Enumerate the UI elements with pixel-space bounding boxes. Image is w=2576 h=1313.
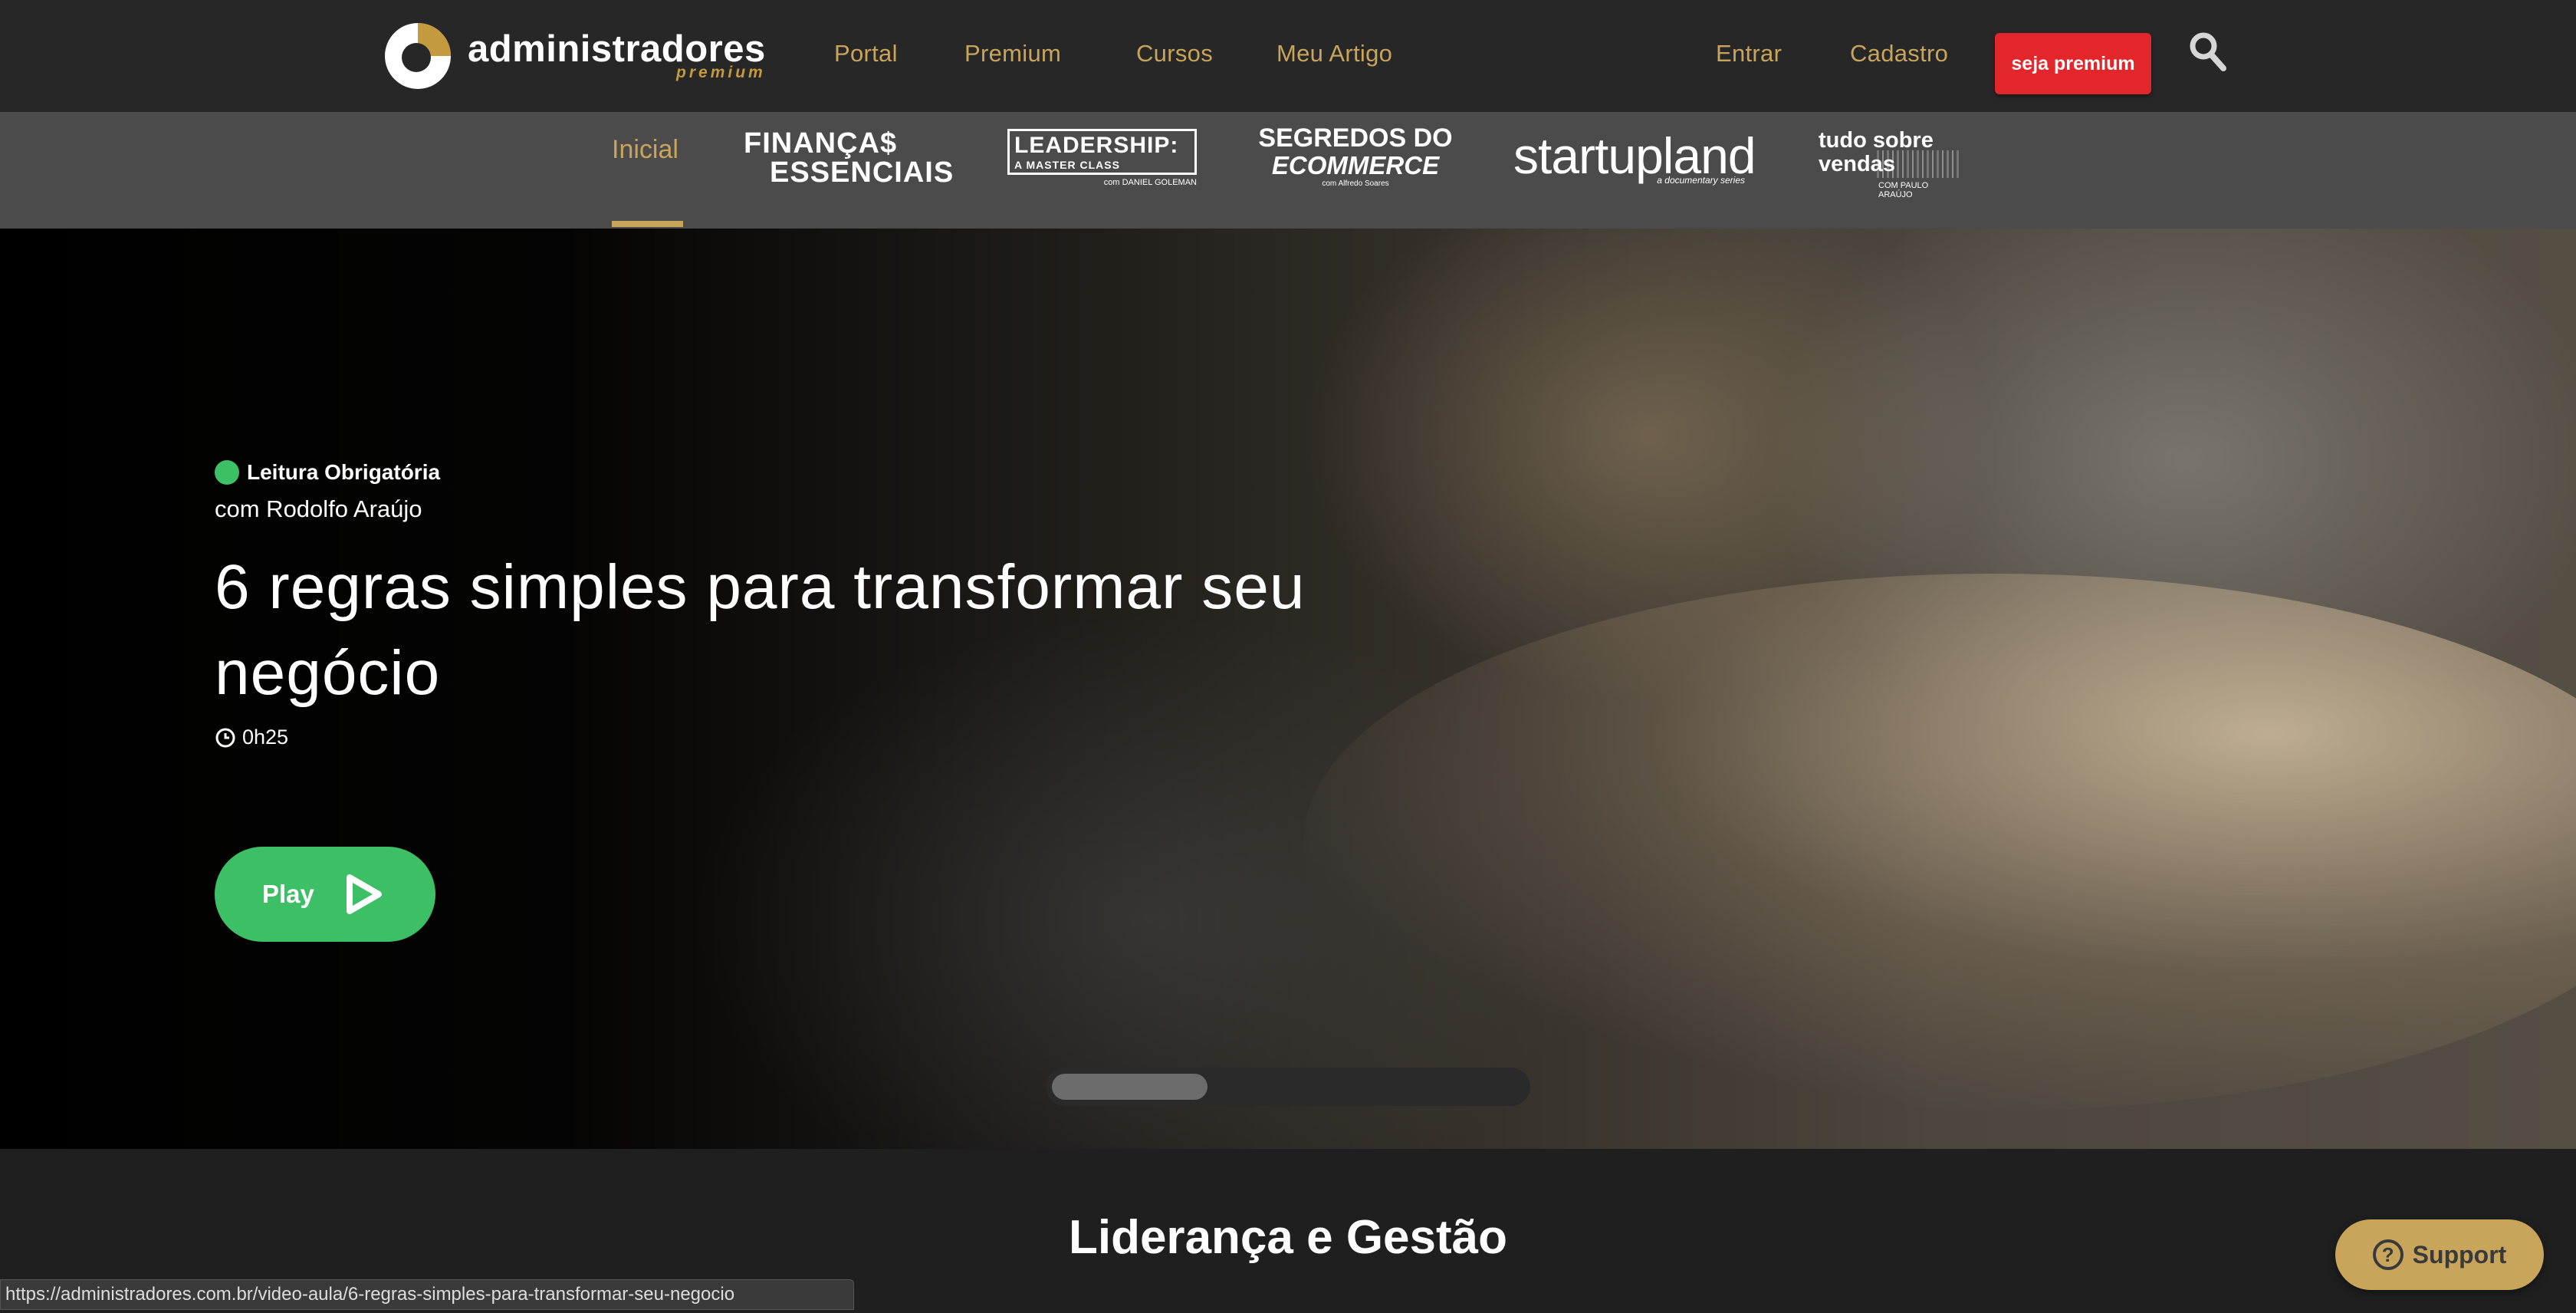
series-ecommerce-line2: ECOMMERCE [1271,151,1440,179]
series-financas-essenciais[interactable]: FINANÇA$ ESSENCIAIS [744,127,955,193]
logo-icon [385,23,451,89]
play-label: Play [262,880,314,908]
series-leadership[interactable]: LEADERSHIP: A MASTER CLASS com DANIEL GO… [1007,129,1197,190]
hero-title: 6 regras simples para transformar seu ne… [215,552,1306,708]
nav-portal[interactable]: Portal [834,40,898,67]
nav-premium[interactable]: Premium [964,40,1061,67]
series-startupland[interactable]: startupland a documentary series [1513,130,1756,192]
series-startupland-name: startupland [1513,127,1756,184]
support-label: Support [2412,1240,2507,1269]
series-vendas-line2: vendas [1819,152,1895,176]
series-vendas-line1: tudo sobre [1819,128,1934,153]
carousel-progress-fill [1052,1074,1208,1100]
series-ecommerce-line1: SEGREDOS DO [1258,123,1453,153]
browser-status-url: https://administradores.com.br/video-aul… [0,1279,854,1310]
clock-icon [215,728,235,747]
nav-cursos[interactable]: Cursos [1136,40,1213,67]
green-dot-icon [215,460,239,485]
support-button[interactable]: ? Support [2335,1219,2544,1290]
top-navbar: administradores premium Portal Premium C… [0,0,2576,112]
series-vendas-by: COM PAULO ARAÚJO [1878,181,1929,199]
nav-entrar[interactable]: Entrar [1716,40,1782,67]
hero-duration: 0h25 [215,726,1441,749]
active-tab-indicator [612,221,683,227]
play-icon [346,874,382,914]
nav-cadastro[interactable]: Cadastro [1850,40,1948,67]
series-financas-line1: FINANÇA$ [744,127,898,160]
series-leadership-subtitle: A MASTER CLASS [1014,159,1120,171]
logo-tagline: premium [676,64,766,81]
hero-content: Leitura Obrigatória com Rodolfo Araújo 6… [215,460,1441,749]
series-segredos-ecommerce[interactable]: SEGREDOS DO ECOMMERCE com Alfredo Soares [1257,124,1454,189]
series-leadership-by: com DANIEL GOLEMAN [1103,178,1197,187]
play-button[interactable]: Play [215,847,435,942]
section-title: Liderança e Gestão [1068,1211,1508,1264]
nav-meu-artigo[interactable]: Meu Artigo [1276,40,1392,67]
carousel-progress[interactable] [1046,1068,1530,1106]
duration-text: 0h25 [242,726,289,749]
search-icon[interactable] [2188,31,2228,74]
series-leadership-title: LEADERSHIP: [1014,133,1179,158]
series-financas-line2: ESSENCIAIS [770,156,955,189]
category-label: Leitura Obrigatória [247,460,441,484]
tab-inicial[interactable]: Inicial [612,135,678,165]
hero-author: com Rodolfo Araújo [215,495,422,522]
seja-premium-button[interactable]: seja premium [1995,33,2151,94]
series-ecommerce-by: com Alfredo Soares [1322,179,1389,188]
series-tudo-sobre-vendas[interactable]: tudo sobre vendas COM PAULO ARAÚJO [1819,128,1964,199]
category-badge: Leitura Obrigatória [215,460,1441,485]
site-logo[interactable]: administradores premium [385,23,766,89]
help-icon: ? [2372,1239,2404,1270]
logo-name: administradores [468,28,766,70]
